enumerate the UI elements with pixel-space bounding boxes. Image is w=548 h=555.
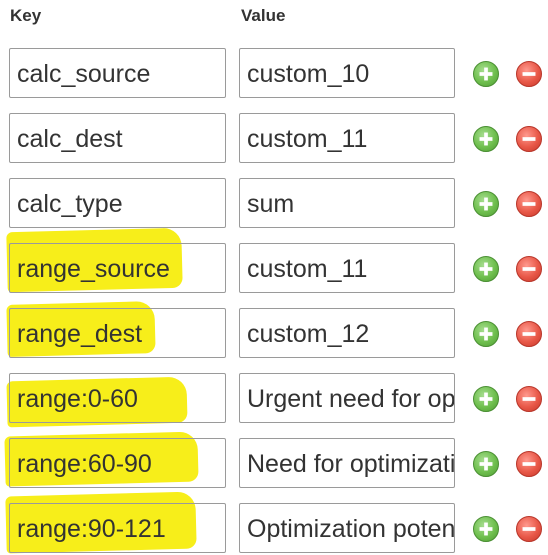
value-input[interactable]: custom_12 xyxy=(239,308,455,358)
add-row-button[interactable] xyxy=(473,256,499,282)
plus-icon xyxy=(479,327,493,341)
plus-icon xyxy=(479,522,493,536)
remove-row-button[interactable] xyxy=(516,256,542,282)
key-input[interactable]: range:90-121 xyxy=(9,503,226,553)
add-row-button[interactable] xyxy=(473,61,499,87)
value-input[interactable]: sum xyxy=(239,178,455,228)
value-input[interactable]: Urgent need for optimization xyxy=(239,373,455,423)
minus-icon xyxy=(522,137,536,141)
plus-icon xyxy=(479,67,493,81)
value-input[interactable]: Optimization potential xyxy=(239,503,455,553)
key-input[interactable]: calc_source xyxy=(9,48,226,98)
remove-row-button[interactable] xyxy=(516,386,542,412)
remove-row-button[interactable] xyxy=(516,451,542,477)
value-input[interactable]: custom_11 xyxy=(239,113,455,163)
key-input[interactable]: calc_type xyxy=(9,178,226,228)
key-input[interactable]: range:0-60 xyxy=(9,373,226,423)
minus-icon xyxy=(522,202,536,206)
plus-icon xyxy=(479,262,493,276)
value-input[interactable]: Need for optimization xyxy=(239,438,455,488)
key-input-value: calc_type xyxy=(17,190,123,218)
add-row-button[interactable] xyxy=(473,126,499,152)
remove-row-button[interactable] xyxy=(516,61,542,87)
add-row-button[interactable] xyxy=(473,386,499,412)
plus-icon xyxy=(479,197,493,211)
key-value-row: calc_source custom_10 xyxy=(0,48,548,100)
plus-icon xyxy=(479,457,493,471)
value-input-value: Need for optimization xyxy=(247,450,455,478)
minus-icon xyxy=(522,267,536,271)
value-input-value: sum xyxy=(247,190,295,218)
value-input-value: custom_12 xyxy=(247,320,370,348)
value-input-value: custom_11 xyxy=(247,255,368,283)
key-value-row: range:90-121 Optimization potential xyxy=(0,491,548,555)
key-input-value: calc_dest xyxy=(17,125,123,153)
key-input[interactable]: range_dest xyxy=(9,308,226,358)
value-input-value: custom_10 xyxy=(247,60,370,88)
value-column-header: Value xyxy=(241,6,286,25)
key-value-row: range_source custom_11 xyxy=(0,227,548,295)
minus-icon xyxy=(522,462,536,466)
key-value-row: range:60-90 Need for optimization xyxy=(0,431,548,490)
value-input-value: Urgent need for optimization xyxy=(247,385,455,413)
add-row-button[interactable] xyxy=(473,516,499,542)
add-row-button[interactable] xyxy=(473,451,499,477)
minus-icon xyxy=(522,527,536,531)
value-input[interactable]: custom_11 xyxy=(239,243,455,293)
value-input-value: Optimization potential xyxy=(247,515,455,543)
key-column-header: Key xyxy=(10,6,42,25)
key-value-row: range_dest custom_12 xyxy=(0,301,548,360)
remove-row-button[interactable] xyxy=(516,516,542,542)
add-row-button[interactable] xyxy=(473,191,499,217)
key-input[interactable]: range:60-90 xyxy=(9,438,226,488)
value-input[interactable]: custom_10 xyxy=(239,48,455,98)
key-input-value: range_dest xyxy=(17,320,143,348)
value-input-value: custom_11 xyxy=(247,125,368,153)
add-row-button[interactable] xyxy=(473,321,499,347)
key-input-value: range:0-60 xyxy=(17,385,138,413)
remove-row-button[interactable] xyxy=(516,191,542,217)
plus-icon xyxy=(479,392,493,406)
key-input-value: calc_source xyxy=(17,60,151,88)
key-value-row: calc_dest custom_11 xyxy=(0,113,548,165)
key-input[interactable]: range_source xyxy=(9,243,226,293)
plus-icon xyxy=(479,132,493,146)
key-input-value: range_source xyxy=(17,255,170,283)
key-value-row: calc_type sum xyxy=(0,178,548,230)
minus-icon xyxy=(522,397,536,401)
key-input-value: range:90-121 xyxy=(17,515,166,543)
minus-icon xyxy=(522,72,536,76)
minus-icon xyxy=(522,332,536,336)
key-value-row: range:0-60 Urgent need for optimization xyxy=(0,373,548,428)
key-input[interactable]: calc_dest xyxy=(9,113,226,163)
key-input-value: range:60-90 xyxy=(17,450,152,478)
remove-row-button[interactable] xyxy=(516,126,542,152)
remove-row-button[interactable] xyxy=(516,321,542,347)
